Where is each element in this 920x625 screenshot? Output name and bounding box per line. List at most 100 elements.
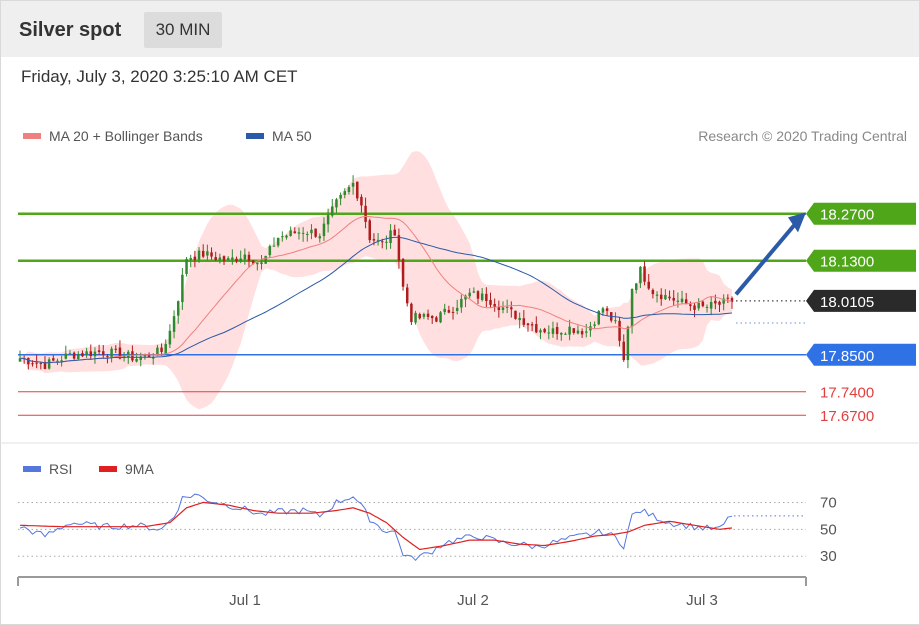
candle-body xyxy=(210,252,213,257)
candle-body xyxy=(256,262,259,265)
candle-body xyxy=(218,257,222,261)
candle-body xyxy=(410,303,413,322)
candle-body xyxy=(489,299,492,305)
candle-body xyxy=(460,298,463,308)
price-chart: 18.2700 18.1300 18.0105 17.8500 17.7400 17.67… xyxy=(0,151,920,609)
candle-body xyxy=(709,301,713,309)
candle-body xyxy=(56,360,59,362)
level-label-pivot: 17.8500 xyxy=(820,348,874,365)
candle-body xyxy=(72,352,76,359)
candle-body xyxy=(85,351,88,356)
candle-body xyxy=(235,258,238,262)
candle-body xyxy=(222,256,226,261)
candle-body xyxy=(47,359,51,369)
candle-body xyxy=(585,331,588,333)
candle-body xyxy=(472,291,476,293)
candle-body xyxy=(172,316,176,332)
candle-body xyxy=(31,363,34,365)
candle-body xyxy=(114,348,118,350)
candle-body xyxy=(389,230,392,244)
candle xyxy=(185,256,188,277)
level-label-support: 17.7400 xyxy=(820,385,874,402)
candle-body xyxy=(468,292,471,297)
candle-body xyxy=(181,274,184,303)
candle-body xyxy=(693,305,696,310)
candle-body xyxy=(276,237,280,246)
candle-body xyxy=(501,307,505,310)
candle-body xyxy=(397,235,401,261)
level-label-last: 18.0105 xyxy=(820,294,874,311)
candle-body xyxy=(414,312,417,323)
candle-body xyxy=(659,294,663,300)
x-tick-label: Jul 1 xyxy=(229,592,261,609)
candle-body xyxy=(514,310,517,319)
candle-body xyxy=(672,297,675,301)
candle-body xyxy=(630,289,634,327)
candle xyxy=(264,255,267,264)
candle-body xyxy=(268,246,272,256)
candle xyxy=(289,226,292,237)
candle-body xyxy=(77,353,80,359)
candle-body xyxy=(243,254,247,260)
candle-body xyxy=(385,241,388,243)
candle-body xyxy=(522,318,526,325)
candle-body xyxy=(264,255,267,264)
x-tick-label: Jul 3 xyxy=(686,592,718,609)
candle-body xyxy=(668,296,671,299)
candle-body xyxy=(293,231,297,234)
candle-body xyxy=(605,308,609,311)
candle-body xyxy=(214,257,217,261)
candle-body xyxy=(39,363,43,365)
candle-body xyxy=(285,235,288,238)
candle-body xyxy=(35,362,38,364)
candle-body xyxy=(351,182,355,187)
candle-body xyxy=(185,258,188,274)
candle-body xyxy=(64,353,68,359)
candle-body xyxy=(297,232,301,234)
candle-body xyxy=(535,324,538,333)
candle-body xyxy=(106,356,109,358)
candle-body xyxy=(476,291,480,299)
level-label-resistance: 18.1300 xyxy=(820,254,874,271)
candle-body xyxy=(52,358,55,361)
candle-body xyxy=(176,301,180,316)
x-tick-label: Jul 2 xyxy=(457,592,489,609)
candle-body xyxy=(447,310,451,313)
candle-body xyxy=(93,351,97,357)
candle xyxy=(643,261,646,286)
candle-body xyxy=(343,191,347,196)
candle-body xyxy=(193,256,197,260)
candle-body xyxy=(197,250,201,260)
candle-body xyxy=(226,258,230,261)
candle-body xyxy=(335,199,338,208)
candle-body xyxy=(314,228,317,237)
candle-body xyxy=(247,254,251,261)
candle-body xyxy=(326,215,330,225)
candle-body xyxy=(231,257,234,260)
candle-body xyxy=(439,312,442,323)
candle-body xyxy=(664,294,667,300)
candle-body xyxy=(160,347,163,352)
candle-body xyxy=(281,236,284,238)
candle-body xyxy=(680,298,684,303)
candle-body xyxy=(127,351,130,358)
candle-body xyxy=(639,266,642,284)
candle-body xyxy=(393,229,396,236)
candle-body xyxy=(405,287,409,304)
candle-body xyxy=(526,323,530,326)
candle-body xyxy=(339,194,342,199)
candle-body xyxy=(622,341,625,361)
candle-body xyxy=(555,327,559,335)
candle-body xyxy=(647,281,650,289)
candle-body xyxy=(239,258,242,262)
candle-body xyxy=(430,315,434,319)
candle-body xyxy=(318,236,322,239)
rsi-tick-label: 30 xyxy=(820,548,837,565)
candle-body xyxy=(560,332,563,335)
candle-body xyxy=(530,324,534,326)
candle-body xyxy=(422,314,426,317)
candle-body xyxy=(564,333,567,335)
candle-body xyxy=(97,350,101,352)
candle-body xyxy=(547,332,551,334)
candle-body xyxy=(301,232,305,234)
